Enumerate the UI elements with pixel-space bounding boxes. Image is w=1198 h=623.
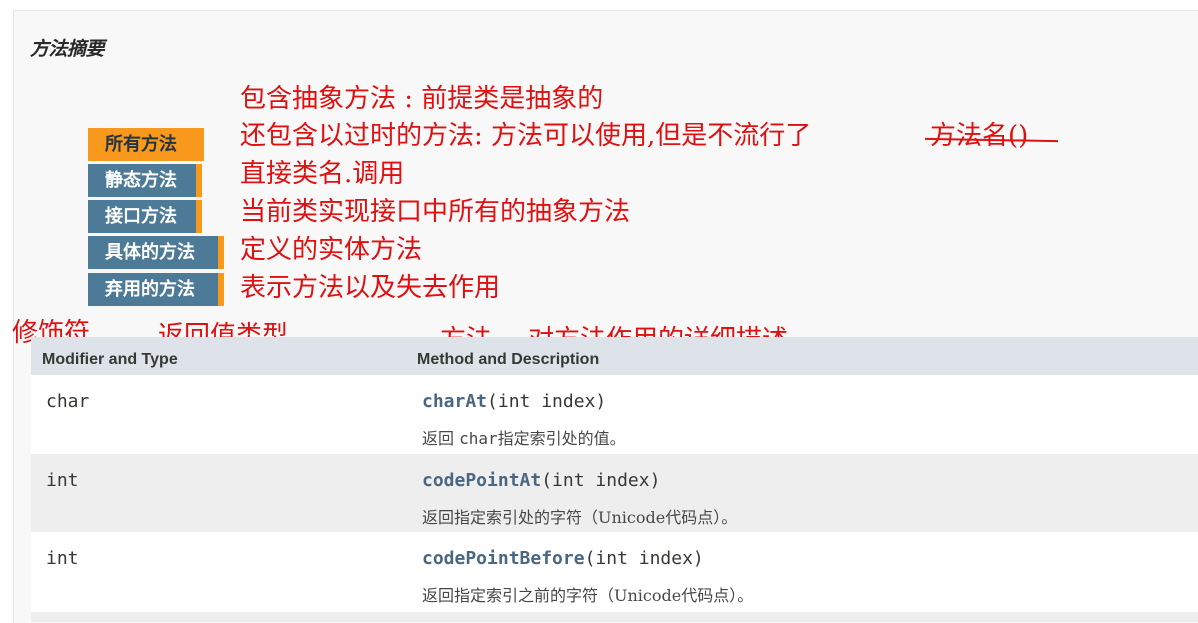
return-type: int [46,548,79,569]
method-signature: charAt(int index) [422,391,606,412]
table-row: char charAt(int index) 返回 char指定索引处的值。 [31,375,1198,454]
return-type: char [46,391,90,412]
desc-text: 指定索引处的值。 [497,429,626,448]
tab-label: 具体的方法 [105,242,195,263]
tab-label: 静态方法 [105,170,177,191]
annotation-concrete: 定义的实体方法 [240,235,423,265]
method-signature: codePointAt(int index) [422,470,660,491]
section-title: 方法摘要 [30,38,105,60]
method-params: (int index) [487,391,607,412]
column-header-method: Method and Description [417,351,600,368]
method-description: 返回 char指定索引处的值。 [422,425,626,449]
annotation-static: 直接类名.调用 [240,159,405,189]
desc-code: char [459,429,498,448]
annotation-all: 表示方法以及失去作用 [240,273,501,303]
tab-label: 接口方法 [105,206,177,227]
tab-edge [196,164,202,197]
method-params: (int index) [584,548,704,569]
method-link[interactable]: charAt [422,391,487,412]
annotation-struck-method-name: 方法名() [930,121,1029,151]
table-row [31,612,1198,622]
annotation-abstract: 包含抽象方法 : 前提类是抽象的 [240,84,604,114]
tab-edge [196,200,202,233]
method-signature: codePointBefore(int index) [422,548,704,569]
table-row: int codePointBefore(int index) 返回指定索引之前的… [31,532,1198,612]
tab-deprecated-methods[interactable]: 弃用的方法 [88,273,224,306]
tab-label: 弃用的方法 [105,279,195,300]
tab-edge [218,236,224,269]
method-link[interactable]: codePointAt [422,470,541,491]
tab-label: 所有方法 [105,134,177,155]
tab-concrete-methods[interactable]: 具体的方法 [88,236,224,269]
method-description: 返回指定索引之前的字符（Unicode代码点）。 [422,586,754,605]
tab-edge [218,273,224,306]
table-row: int codePointAt(int index) 返回指定索引处的字符（Un… [31,454,1198,532]
tab-static-methods[interactable]: 静态方法 [88,164,202,197]
return-type: int [46,470,79,491]
tab-all-methods[interactable]: 所有方法 [88,128,204,161]
desc-text: 返回 [422,429,460,448]
table-header: Modifier and Type Method and Description [31,337,1198,375]
method-description: 返回指定索引处的字符（Unicode代码点）。 [422,508,738,527]
column-header-modifier: Modifier and Type [42,351,178,368]
method-params: (int index) [541,470,661,491]
method-link[interactable]: codePointBefore [422,548,585,569]
tab-interface-methods[interactable]: 接口方法 [88,200,202,233]
annotation-deprecated: 还包含以过时的方法: 方法可以使用,但是不流行了 [240,121,812,151]
annotation-interface: 当前类实现接口中所有的抽象方法 [240,197,631,227]
